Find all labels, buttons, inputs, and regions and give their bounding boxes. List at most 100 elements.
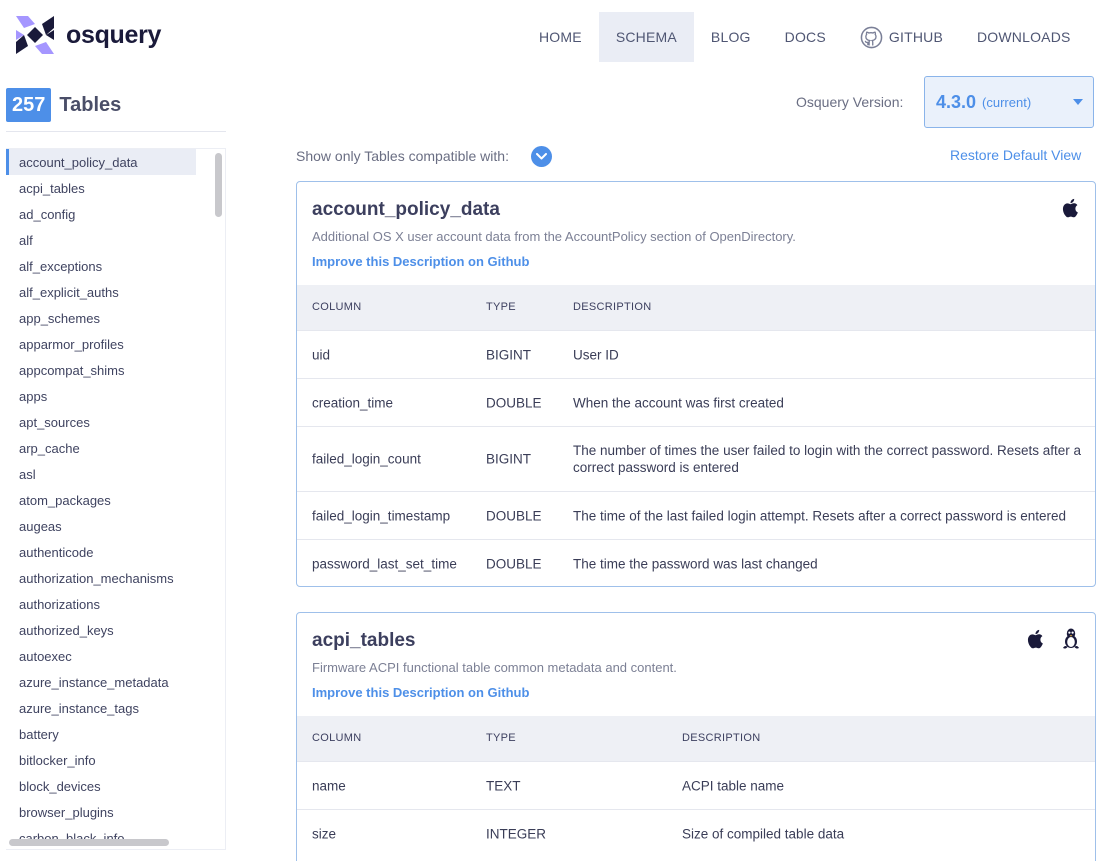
column-header-type: TYPE — [486, 301, 516, 313]
version-number: 4.3.0 — [936, 91, 977, 112]
column-header-type: TYPE — [486, 732, 516, 744]
nav-downloads[interactable]: DOWNLOADS — [960, 12, 1088, 62]
apple-icon — [1062, 198, 1078, 218]
sidebar-item-authenticode[interactable]: authenticode — [6, 539, 212, 565]
table-row: failed_login_timestamp DOUBLE The time o… — [297, 491, 1095, 539]
nav-schema[interactable]: SCHEMA — [598, 12, 694, 62]
table-card-acpi-tables: acpi_tables Firmware ACPI functional tab… — [296, 612, 1096, 861]
row-column-name: size — [312, 826, 337, 841]
brand-name: osquery — [66, 20, 162, 49]
sidebar-item-authorization-mechanisms[interactable]: authorization_mechanisms — [6, 565, 212, 591]
sidebar-item-atom-packages[interactable]: atom_packages — [6, 487, 212, 513]
sidebar-item-account-policy-data[interactable]: account_policy_data — [6, 149, 196, 175]
row-column-name: failed_login_count — [312, 451, 421, 467]
site-header: osquery HOME SCHEMA BLOG DOCS GITHUB DOW… — [0, 0, 1120, 74]
sidebar-item-ad-config[interactable]: ad_config — [6, 201, 212, 227]
sidebar-item-browser-plugins[interactable]: browser_plugins — [6, 799, 212, 825]
sidebar-item-appcompat-shims[interactable]: appcompat_shims — [6, 357, 212, 383]
sidebar-item-alf-explicit-auths[interactable]: alf_explicit_auths — [6, 279, 212, 305]
restore-default-view-link[interactable]: Restore Default View — [950, 147, 1081, 163]
table-row: creation_time DOUBLE When the account wa… — [297, 378, 1095, 426]
sidebar-item-alf[interactable]: alf — [6, 227, 212, 253]
row-column-description: The time the password was last changed — [573, 556, 818, 571]
row-column-name: uid — [312, 347, 331, 362]
sidebar-item-asl[interactable]: asl — [6, 461, 212, 487]
github-icon — [860, 26, 883, 48]
row-column-type: DOUBLE — [486, 395, 542, 410]
columns-header: COLUMN TYPE DESCRIPTION — [297, 716, 1095, 761]
sidebar-item-battery[interactable]: battery — [6, 721, 212, 747]
sidebar-item-azure-instance-metadata[interactable]: azure_instance_metadata — [6, 669, 212, 695]
improve-description-link[interactable]: Improve this Description on Github — [312, 685, 529, 700]
row-column-type: DOUBLE — [486, 508, 542, 523]
nav-docs[interactable]: DOCS — [768, 12, 843, 62]
table-card-account-policy-data: account_policy_data Additional OS X user… — [296, 181, 1096, 587]
chevron-down-icon — [1073, 99, 1083, 105]
sidebar-divider — [6, 131, 226, 132]
sidebar-item-acpi-tables[interactable]: acpi_tables — [6, 175, 212, 201]
main-nav: HOME SCHEMA BLOG DOCS GITHUB DOWNLOADS — [522, 12, 1088, 62]
row-column-description: The time of the last failed login attemp… — [573, 508, 1066, 523]
sidebar-item-apparmor-profiles[interactable]: apparmor_profiles — [6, 331, 212, 357]
sidebar-item-autoexec[interactable]: autoexec — [6, 643, 212, 669]
sidebar-item-augeas[interactable]: augeas — [6, 513, 212, 539]
sidebar-table-list[interactable]: account_policy_data acpi_tables ad_config a… — [6, 148, 226, 850]
table-row: password_last_set_time DOUBLE The time t… — [297, 539, 1095, 586]
sidebar-item-bitlocker-info[interactable]: bitlocker_info — [6, 747, 212, 773]
row-column-description: ACPI table name — [682, 778, 785, 793]
table-count-badge: 257 — [6, 88, 52, 122]
row-column-description: Size of compiled table data — [682, 826, 845, 841]
linux-icon — [1063, 628, 1079, 649]
column-header-column: COLUMN — [312, 301, 362, 313]
sidebar-item-apt-sources[interactable]: apt_sources — [6, 409, 212, 435]
nav-schema-label: SCHEMA — [615, 29, 677, 45]
improve-description-link[interactable]: Improve this Description on Github — [312, 254, 529, 269]
nav-home[interactable]: HOME — [522, 12, 599, 62]
chevron-down-icon — [536, 153, 547, 160]
sidebar-list: account_policy_data acpi_tables ad_config a… — [6, 149, 212, 849]
table-description: Firmware ACPI functional table common me… — [312, 660, 677, 675]
row-column-type: BIGINT — [486, 347, 532, 362]
row-column-name: password_last_set_time — [312, 556, 457, 571]
version-select[interactable]: 4.3.0 (current) — [924, 76, 1094, 128]
sidebar-item-authorized-keys[interactable]: authorized_keys — [6, 617, 212, 643]
column-header-description: DESCRIPTION — [682, 732, 761, 744]
compat-filter-label: Show only Tables compatible with: — [296, 148, 509, 164]
version-label: Osquery Version: — [796, 94, 904, 110]
nav-docs-label: DOCS — [784, 29, 826, 45]
row-column-description: User ID — [573, 347, 619, 362]
table-row: size INTEGER Size of compiled table data — [297, 809, 1095, 857]
nav-github[interactable]: GITHUB — [843, 12, 960, 62]
table-name: acpi_tables — [312, 630, 416, 651]
sidebar-item-authorizations[interactable]: authorizations — [6, 591, 212, 617]
row-column-type: BIGINT — [486, 451, 532, 467]
column-header-description: DESCRIPTION — [573, 301, 652, 313]
sidebar-item-app-schemes[interactable]: app_schemes — [6, 305, 212, 331]
table-count-label: Tables — [59, 93, 122, 116]
table-row: name TEXT ACPI table name — [297, 761, 1095, 809]
sidebar-horizontal-scrollbar[interactable] — [9, 839, 169, 846]
sidebar-item-apps[interactable]: apps — [6, 383, 212, 409]
sidebar-item-arp-cache[interactable]: arp_cache — [6, 435, 212, 461]
sidebar-item-azure-instance-tags[interactable]: azure_instance_tags — [6, 695, 212, 721]
apple-icon — [1027, 629, 1043, 649]
nav-blog[interactable]: BLOG — [694, 12, 768, 62]
osquery-logo[interactable]: osquery — [14, 14, 161, 56]
nav-blog-label: BLOG — [710, 29, 751, 45]
osquery-logo-icon — [16, 16, 54, 54]
row-column-type: INTEGER — [486, 826, 547, 841]
platform-icons — [1013, 627, 1083, 651]
table-row: uid BIGINT User ID — [297, 330, 1095, 378]
sidebar-item-block-devices[interactable]: block_devices — [6, 773, 212, 799]
row-column-description: The number of times the user failed to l… — [573, 443, 1081, 475]
sidebar-vertical-scrollbar[interactable] — [215, 153, 222, 217]
table-row: failed_login_count BIGINT The number of … — [297, 426, 1095, 491]
table-description: Additional OS X user account data from t… — [312, 229, 796, 244]
row-column-type: DOUBLE — [486, 556, 542, 571]
sidebar-item-carbon-black-info[interactable]: carbon_black_info — [6, 825, 212, 849]
columns-header: COLUMN TYPE DESCRIPTION — [297, 285, 1095, 330]
compat-filter-toggle[interactable] — [531, 146, 552, 167]
row-column-name: creation_time — [312, 395, 394, 410]
table-count: 257 Tables — [6, 88, 121, 122]
sidebar-item-alf-exceptions[interactable]: alf_exceptions — [6, 253, 212, 279]
